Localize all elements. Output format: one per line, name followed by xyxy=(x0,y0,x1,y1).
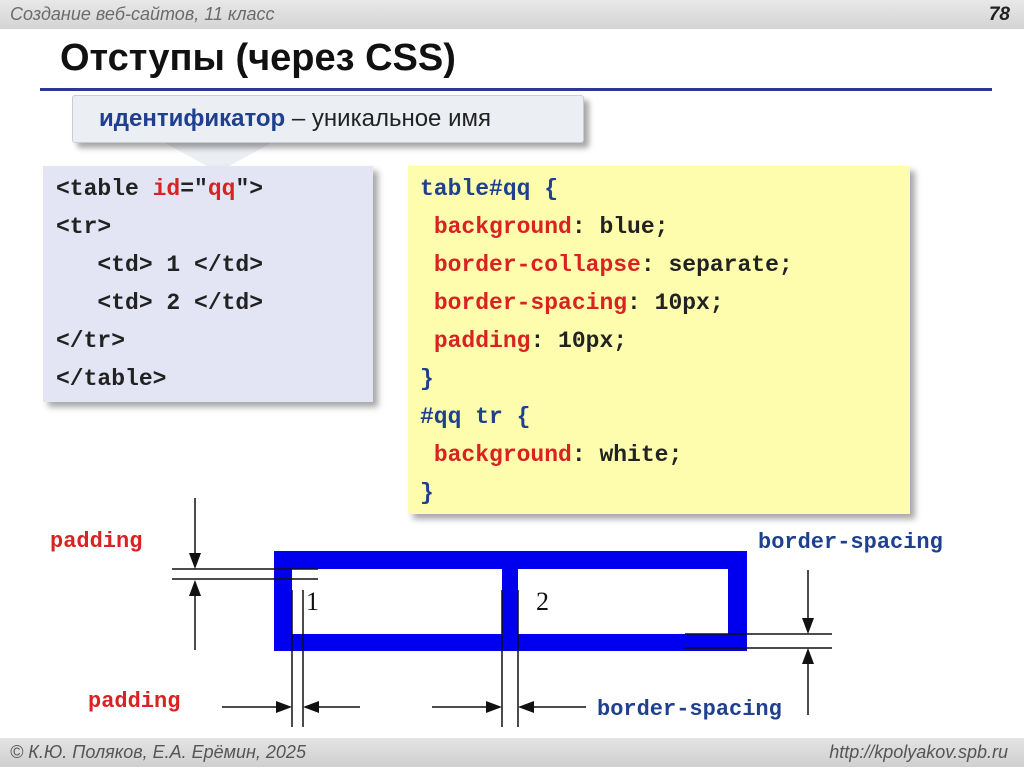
footer-bar: © К.Ю. Поляков, Е.А. Ерёмин, 2025 http:/… xyxy=(0,738,1024,767)
arrow-down-icon xyxy=(189,553,201,569)
padding-label-top: padding xyxy=(50,529,143,554)
border-spacing-label-bottom: border-spacing xyxy=(597,697,782,722)
arrow-left-icon xyxy=(518,701,534,713)
cell-2-label: 2 xyxy=(536,587,549,616)
table-cell-2 xyxy=(518,569,728,634)
arrow-right-icon xyxy=(276,701,292,713)
site-url[interactable]: http://kpolyakov.spb.ru xyxy=(829,742,1008,763)
border-spacing-label-top: border-spacing xyxy=(758,530,943,555)
arrow-right-icon xyxy=(486,701,502,713)
arrow-up-icon xyxy=(802,648,814,664)
arrow-down-icon xyxy=(802,618,814,634)
arrow-left-icon xyxy=(303,701,319,713)
arrow-up-icon xyxy=(189,580,201,596)
padding-label-bottom: padding xyxy=(88,689,181,714)
authors: © К.Ю. Поляков, Е.А. Ерёмин, 2025 xyxy=(10,742,306,762)
cell-1-label: 1 xyxy=(306,587,319,616)
spacing-diagram xyxy=(172,498,832,727)
table-cell-1 xyxy=(292,569,502,634)
